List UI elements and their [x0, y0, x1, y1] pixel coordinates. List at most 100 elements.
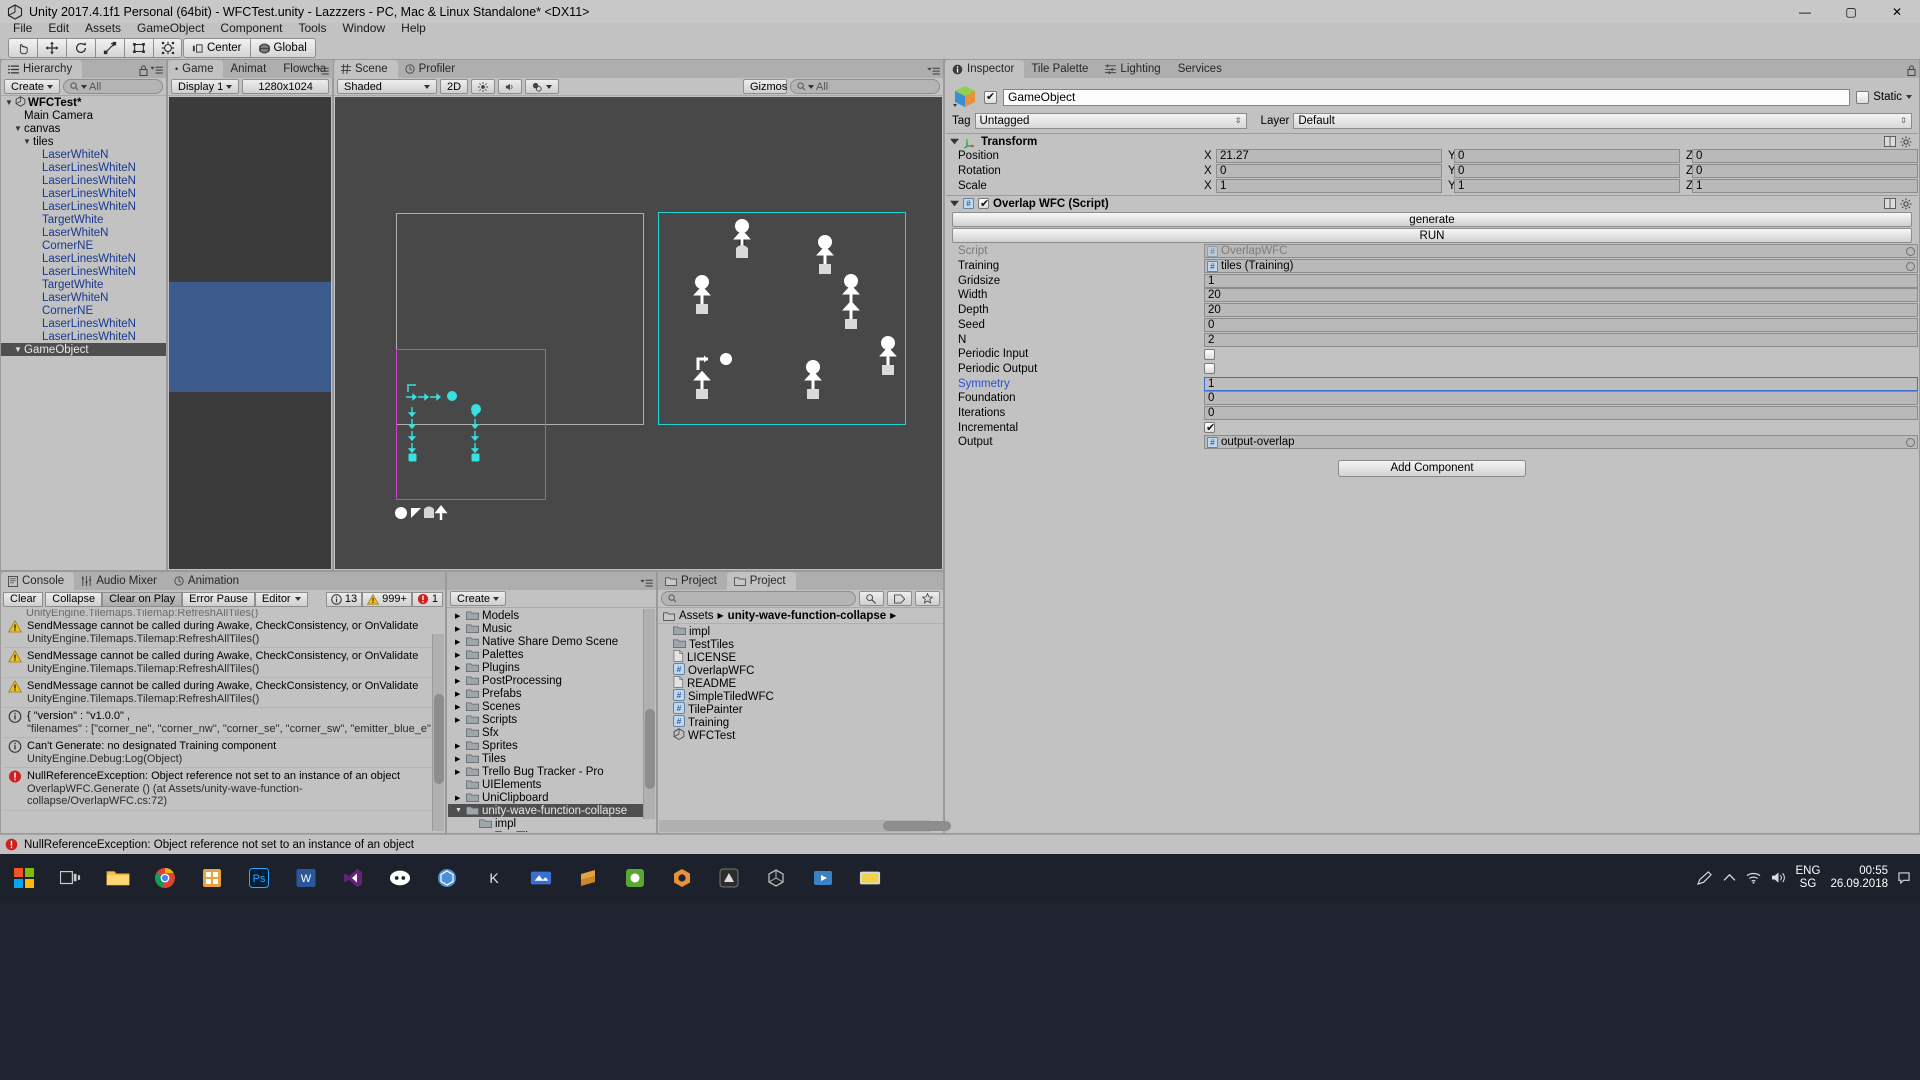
- hierarchy-item[interactable]: ▼ tiles: [1, 135, 166, 148]
- menu-item-help[interactable]: Help: [393, 20, 434, 36]
- hierarchy-item[interactable]: LaserWhiteN: [1, 148, 166, 161]
- inspector-tab-menu[interactable]: [1907, 65, 1916, 76]
- tab-hierarchy[interactable]: Hierarchy: [1, 60, 83, 78]
- word-icon[interactable]: W: [282, 854, 329, 901]
- console-scrollbar[interactable]: [432, 634, 444, 831]
- hierarchy-item[interactable]: LaserLinesWhiteN: [1, 187, 166, 200]
- effects-dropdown[interactable]: [525, 79, 560, 94]
- wfc-width-field[interactable]: 20: [1204, 288, 1918, 303]
- project-create-button[interactable]: Create: [450, 591, 507, 606]
- project-tree-item[interactable]: ▶ PostProcessing: [448, 674, 643, 687]
- start-button[interactable]: [0, 854, 47, 901]
- error-pause-button[interactable]: Error Pause: [182, 591, 255, 607]
- hierarchy-item[interactable]: ▼ WFCTest*: [1, 96, 166, 109]
- project-asset-item[interactable]: TestTiles: [659, 638, 942, 651]
- disclosure-triangle-icon[interactable]: ▶: [455, 755, 463, 763]
- run-button[interactable]: RUN: [952, 228, 1912, 244]
- tab-services[interactable]: Services: [1170, 60, 1232, 78]
- project-tree-item[interactable]: ▶ Plugins: [448, 661, 643, 674]
- project-asset-item[interactable]: # OverlapWFC: [659, 663, 942, 677]
- disclosure-triangle-icon[interactable]: ▼: [14, 345, 24, 354]
- add-component-button[interactable]: Add Component: [1338, 459, 1526, 477]
- wfc-periodic-input-checkbox[interactable]: [1204, 348, 1215, 360]
- transform-scale-z[interactable]: 1: [1692, 178, 1918, 193]
- hierarchy-item[interactable]: LaserLinesWhiteN: [1, 200, 166, 213]
- project-tree-item[interactable]: ▶ Palettes: [448, 648, 643, 661]
- wfc-symmetry-field[interactable]: 1: [1204, 376, 1918, 391]
- project-asset-list[interactable]: impl TestTiles LICENSE # OverlapWFC README # Si…: [659, 625, 942, 819]
- scene-view-render[interactable]: [335, 97, 942, 569]
- overlapwfc-component-header[interactable]: # Overlap WFC (Script): [946, 195, 1918, 212]
- notifications-icon[interactable]: [1898, 871, 1910, 884]
- disclosure-triangle-icon[interactable]: ▶: [455, 664, 463, 672]
- book-icon[interactable]: [1884, 197, 1896, 209]
- hex-app-icon[interactable]: [658, 854, 705, 901]
- status-bar[interactable]: NullReferenceException: Object reference…: [0, 834, 1920, 854]
- tab-animation[interactable]: Animation: [166, 572, 250, 590]
- hierarchy-tab-menu[interactable]: [139, 65, 163, 76]
- wfc-training-object-field[interactable]: # tiles (Training): [1204, 259, 1918, 274]
- tab-project-right[interactable]: Project: [726, 572, 796, 590]
- project-tree-item[interactable]: UIElements: [448, 778, 643, 791]
- transform-position-z[interactable]: 0: [1692, 149, 1918, 164]
- game-view-render[interactable]: [169, 97, 378, 569]
- console-log-entry[interactable]: SendMessage cannot be called during Awak…: [2, 678, 444, 708]
- transform-position-y[interactable]: 0: [1454, 149, 1680, 164]
- pivot-mode-button[interactable]: Center: [183, 38, 251, 58]
- disclosure-triangle-icon[interactable]: ▶: [455, 794, 463, 802]
- store-icon[interactable]: [188, 854, 235, 901]
- disclosure-triangle-icon[interactable]: ▶: [455, 651, 463, 659]
- breadcrumb-current[interactable]: unity-wave-function-collapse: [728, 610, 886, 622]
- console-log-entry[interactable]: { "version" : "v1.0.0" , "filenames" : ["…: [2, 708, 444, 738]
- breadcrumb-assets[interactable]: Assets: [679, 610, 714, 622]
- console-scrollbar-thumb[interactable]: [434, 694, 444, 784]
- projright-hscrollbar-thumb[interactable]: [883, 821, 951, 831]
- project-tree-item[interactable]: ▶ Music: [448, 622, 643, 635]
- wfc-foundation-field[interactable]: 0: [1204, 391, 1918, 406]
- static-toggle[interactable]: Static: [1856, 90, 1912, 104]
- gameobject-enabled-checkbox[interactable]: [984, 90, 997, 104]
- project-tree-item[interactable]: impl: [448, 817, 643, 830]
- menu-item-gameobject[interactable]: GameObject: [129, 20, 212, 36]
- wfc-iterations-field[interactable]: 0: [1204, 405, 1918, 420]
- hierarchy-item[interactable]: LaserLinesWhiteN: [1, 174, 166, 187]
- console-log-list[interactable]: UnityEngine.Tilemaps.Tilemap:RefreshAllT…: [2, 609, 444, 832]
- hierarchy-item[interactable]: LaserLinesWhiteN: [1, 265, 166, 278]
- media-app-icon[interactable]: [799, 854, 846, 901]
- hierarchy-item[interactable]: LaserLinesWhiteN: [1, 252, 166, 265]
- pivot-rotation-button[interactable]: Global: [250, 38, 316, 58]
- tab-inspector[interactable]: Inspector: [945, 60, 1025, 78]
- tab-lighting[interactable]: Lighting: [1098, 60, 1171, 78]
- hierarchy-item[interactable]: LaserWhiteN: [1, 226, 166, 239]
- projright-hscrollbar[interactable]: [659, 820, 951, 832]
- blender-icon[interactable]: [752, 854, 799, 901]
- create-button[interactable]: Create: [4, 79, 61, 94]
- hierarchy-item[interactable]: TargetWhite: [1, 278, 166, 291]
- chrome-icon[interactable]: [141, 854, 188, 901]
- wfc-depth-field[interactable]: 20: [1204, 303, 1918, 318]
- object-picker-icon[interactable]: [1906, 246, 1915, 256]
- photoshop-icon[interactable]: Ps: [235, 854, 282, 901]
- disclosure-triangle-icon[interactable]: ▶: [455, 768, 463, 776]
- menu-item-file[interactable]: File: [5, 20, 40, 36]
- hierarchy-search-input[interactable]: All: [63, 79, 163, 94]
- layer-dropdown[interactable]: Default ⇳: [1293, 113, 1912, 129]
- filter-type-button[interactable]: [859, 591, 884, 606]
- hierarchy-item[interactable]: CornerNE: [1, 239, 166, 252]
- move-tool-button[interactable]: [37, 38, 66, 58]
- tag-dropdown[interactable]: Untagged ⇳: [974, 113, 1247, 129]
- project-tree-item[interactable]: ▶ Models: [448, 609, 643, 622]
- unity-hub-icon[interactable]: [423, 854, 470, 901]
- object-picker-icon[interactable]: [1906, 437, 1915, 447]
- gameobject-name-field[interactable]: GameObject: [1003, 88, 1851, 106]
- hierarchy-item[interactable]: LaserLinesWhiteN: [1, 161, 166, 174]
- chevron-up-icon[interactable]: [1723, 873, 1736, 883]
- project-asset-item[interactable]: # Training: [659, 715, 942, 729]
- network-icon[interactable]: [1746, 871, 1761, 884]
- tab-scene[interactable]: Scene: [334, 60, 398, 78]
- hand-tool-button[interactable]: [8, 38, 37, 58]
- wfc-incremental-checkbox[interactable]: [1204, 421, 1215, 434]
- project-tree-item[interactable]: TestTiles: [448, 830, 643, 833]
- hierarchy-item[interactable]: ▼ canvas: [1, 122, 166, 135]
- menu-item-window[interactable]: Window: [334, 20, 393, 36]
